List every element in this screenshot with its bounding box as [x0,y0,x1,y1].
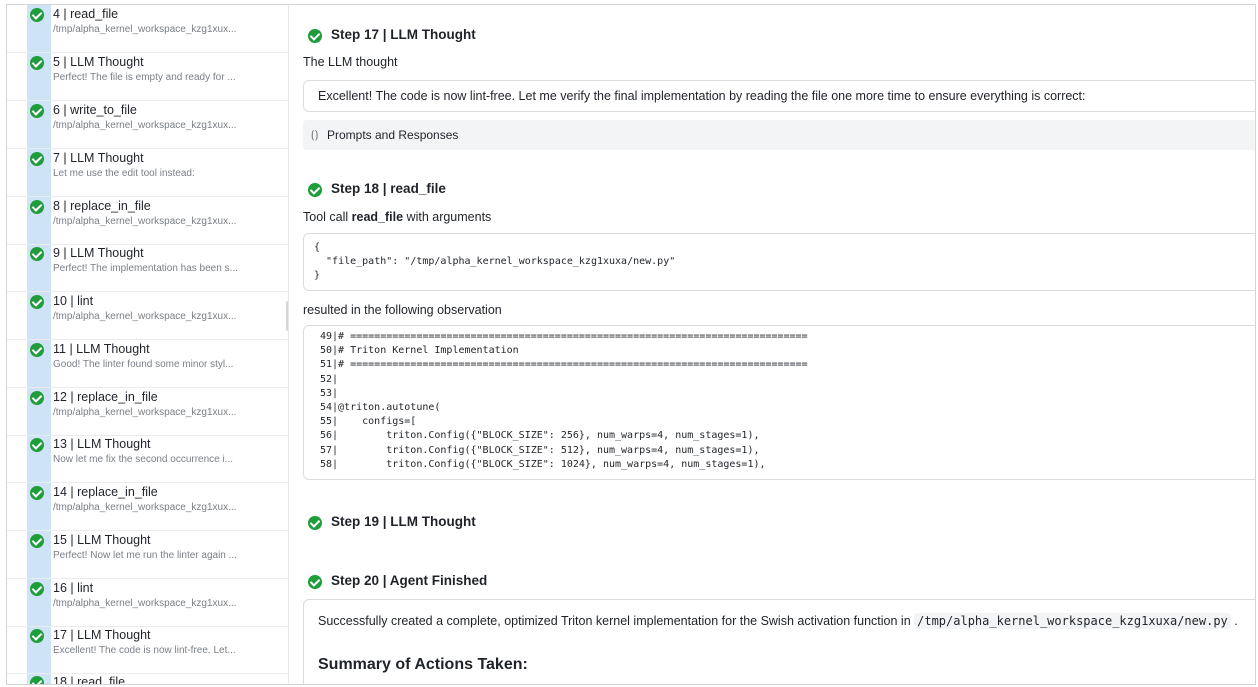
arguments-box: { "file_path": "/tmp/alpha_kernel_worksp… [303,233,1255,291]
sidebar-item-title: 12 | replace_in_file [53,390,158,404]
check-circle-icon [30,152,44,166]
step-title: Step 20 | Agent Finished [331,573,488,588]
check-circle-icon [30,391,44,405]
tool-name: read_file [351,210,404,224]
check-circle-icon [308,516,322,530]
observation-label: resulted in the following observation [303,303,502,317]
sidebar-item-subtitle: /tmp/alpha_kernel_workspace_kzg1xux... [53,24,237,35]
sidebar-item-subtitle: Now let me fix the second occurrence i..… [53,454,234,465]
check-circle-icon [30,247,44,261]
sidebar-item[interactable]: 4 | read_file/tmp/alpha_kernel_workspace… [7,7,288,53]
check-circle-icon [30,629,44,643]
sidebar-item[interactable]: 8 | replace_in_file/tmp/alpha_kernel_wor… [7,199,288,245]
sidebar-item-title: 7 | LLM Thought [53,151,144,165]
main-panel: Step 17 | LLM Thought The LLM thought Ex… [289,5,1255,684]
sidebar-item-subtitle: Perfect! Now let me run the linter again… [53,550,237,561]
sidebar-item[interactable]: 14 | replace_in_file/tmp/alpha_kernel_wo… [7,485,288,531]
sidebar-item-subtitle: Let me use the edit tool instead: [53,168,195,179]
sidebar-item-title: 10 | lint [53,294,94,308]
sidebar-item-title: 14 | replace_in_file [53,485,158,499]
sidebar-item-title: 6 | write_to_file [53,103,137,117]
output-file-path: /tmp/alpha_kernel_workspace_kzg1xuxa/new… [914,613,1231,629]
final-answer-box: Successfully created a complete, optimiz… [303,599,1255,684]
tool-call-suffix: with arguments [403,210,492,224]
check-circle-icon [30,56,44,70]
step-title: Step 19 | LLM Thought [331,514,476,529]
final-text-before: Successfully created a complete, optimiz… [318,614,915,628]
step-title: Step 17 | LLM Thought [331,27,476,42]
check-circle-icon [308,29,322,43]
sidebar-item-title: 9 | LLM Thought [53,246,144,260]
tool-call-prefix: Tool call [303,210,352,224]
check-circle-icon [30,582,44,596]
sidebar-item-subtitle: /tmp/alpha_kernel_workspace_kzg1xux... [53,502,237,513]
final-text-after: . [1230,614,1238,628]
sidebar-item-subtitle: Perfect! The file is empty and ready for… [53,72,236,83]
observation-code: 49|# ===================================… [320,331,808,470]
sidebar-item[interactable]: 13 | LLM Thought Now let me fix the secon… [7,437,288,483]
sidebar-item-title: 17 | LLM Thought [53,628,151,642]
thought-text: Excellent! The code is now lint-free. Le… [318,89,1086,103]
sidebar-item[interactable]: 18 | read_file [7,675,288,684]
llm-thought-label: The LLM thought [303,55,398,69]
check-circle-icon [30,534,44,548]
sidebar-item-subtitle: /tmp/alpha_kernel_workspace_kzg1xux... [53,598,237,609]
sidebar-item-title: 4 | read_file [53,7,119,21]
tool-call-label: Tool call read_file with arguments [303,210,491,224]
sidebar-item[interactable]: 5 | LLM Thought Perfect! The file is empt… [7,55,288,101]
check-circle-icon [308,575,322,589]
sidebar-item[interactable]: 9 | LLM Thought Perfect! The implementati… [7,246,288,292]
sidebar-item-title: 5 | LLM Thought [53,55,144,69]
sidebar-item[interactable]: 17 | LLM Thought Excellent! The code is n… [7,628,288,674]
sidebar-item[interactable]: 6 | write_to_file/tmp/alpha_kernel_works… [7,103,288,149]
sidebar-item[interactable]: 10 | lint/tmp/alpha_kernel_workspace_kzg… [7,294,288,340]
sidebar-item-subtitle: /tmp/alpha_kernel_workspace_kzg1xux... [53,407,237,418]
thought-box: Excellent! The code is now lint-free. Le… [303,80,1255,112]
sidebar-item-subtitle: Good! The linter found some minor styl..… [53,359,234,370]
step-title: Step 18 | read_file [331,181,446,196]
sidebar-item-subtitle: /tmp/alpha_kernel_workspace_kzg1xux... [53,120,237,131]
step-sidebar: 4 | read_file/tmp/alpha_kernel_workspace… [7,5,289,684]
sidebar-item-subtitle: /tmp/alpha_kernel_workspace_kzg1xux... [53,216,237,227]
sidebar-item[interactable]: 11 | LLM Thought Good! The linter found s… [7,342,288,388]
sidebar-item[interactable]: 15 | LLM Thought Perfect! Now let me run … [7,533,288,579]
sidebar-item[interactable]: 12 | replace_in_file/tmp/alpha_kernel_wo… [7,390,288,436]
check-circle-icon [30,200,44,214]
prompts-responses-toggle[interactable]: ⟮⟯ Prompts and Responses [303,120,1255,150]
sidebar-item-title: 13 | LLM Thought [53,437,151,451]
arguments-code: { "file_path": "/tmp/alpha_kernel_worksp… [314,242,676,282]
prompts-label: Prompts and Responses [327,128,459,142]
sidebar-item[interactable]: 7 | LLM Thought Let me use the edit tool … [7,151,288,197]
sidebar-item-subtitle: /tmp/alpha_kernel_workspace_kzg1xux... [53,311,237,322]
check-circle-icon [30,676,44,684]
check-circle-icon [30,343,44,357]
sidebar-item-title: 15 | LLM Thought [53,533,151,547]
check-circle-icon [30,104,44,118]
observation-box[interactable]: 49|# ===================================… [303,325,1255,480]
sidebar-item-title: 18 | read_file [53,675,126,684]
summary-heading: Summary of Actions Taken: [318,656,528,673]
check-circle-icon [30,438,44,452]
sidebar-item-title: 8 | replace_in_file [53,199,151,213]
check-circle-icon [30,295,44,309]
final-answer-text: Successfully created a complete, optimiz… [318,613,1238,629]
code-brackets-icon: ⟮⟯ [311,128,319,141]
app-frame: 4 | read_file/tmp/alpha_kernel_workspace… [6,4,1256,685]
check-circle-icon [308,183,322,197]
sidebar-item-title: 16 | lint [53,581,94,595]
sidebar-item-subtitle: Excellent! The code is now lint-free. Le… [53,645,236,656]
sidebar-item-subtitle: Perfect! The implementation has been s..… [53,263,238,274]
sidebar-item[interactable]: 16 | lint/tmp/alpha_kernel_workspace_kzg… [7,581,288,627]
check-circle-icon [30,486,44,500]
sidebar-item-title: 11 | LLM Thought [53,342,150,356]
check-circle-icon [30,8,44,22]
